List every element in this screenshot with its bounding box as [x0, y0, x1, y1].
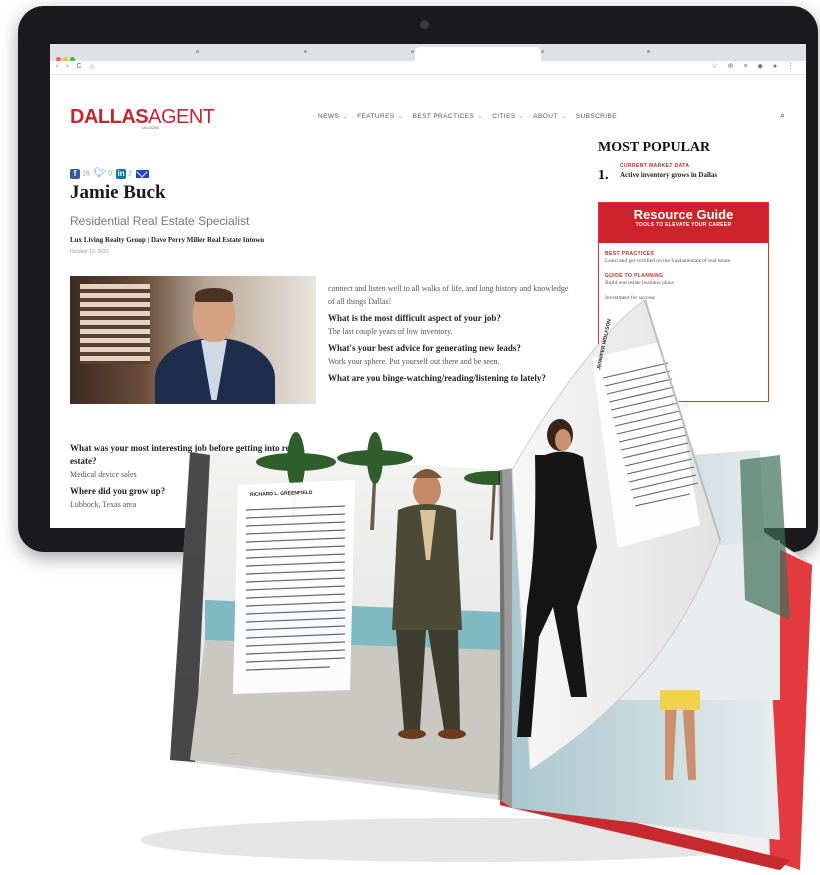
svg-text:◦ ◦ ◦: ◦ ◦ ◦	[230, 751, 237, 756]
open-magazine: RICHARD L. GREENFIELD ◦ ◦ ◦ JENNIFER WOL…	[140, 299, 813, 871]
